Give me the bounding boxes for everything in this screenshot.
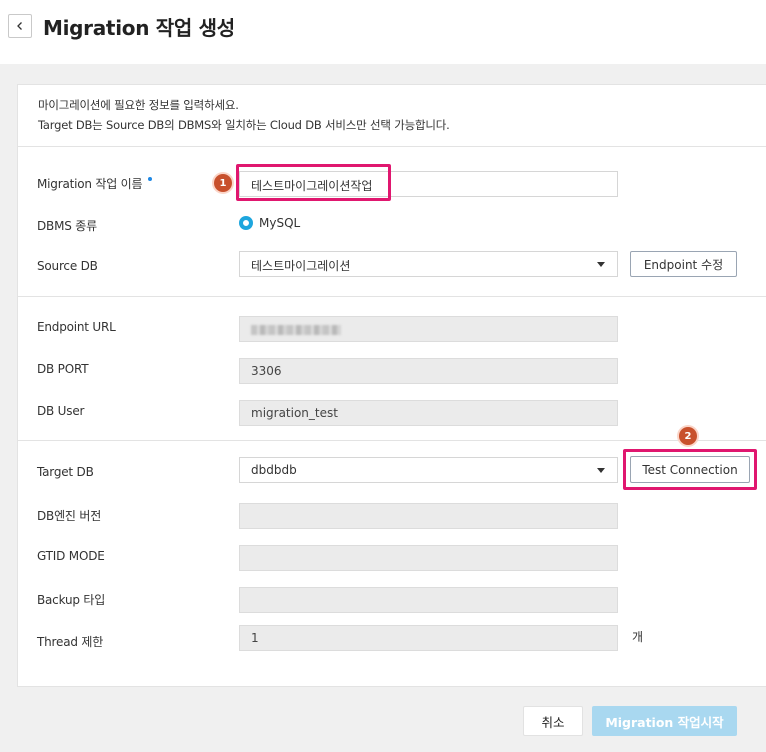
migration-name-label: Migration 작업 이름 [37,175,153,192]
divider [18,146,766,147]
db-user-field: migration_test [239,400,618,426]
endpoint-edit-button[interactable]: Endpoint 수정 [630,251,737,277]
thread-limit-unit: 개 [632,630,644,644]
dropdown-caret-icon [597,468,605,473]
target-db-select[interactable]: dbdbdb [239,457,618,483]
info-line-1: 마이그레이션에 필요한 정보를 입력하세요. [38,98,239,112]
endpoint-url-label: Endpoint URL [37,320,116,334]
gtid-mode-label: GTID MODE [37,549,105,563]
step-badge-2: 2 [679,427,697,445]
mysql-radio[interactable] [239,216,253,230]
gtid-mode-field [239,545,618,571]
mysql-radio-label: MySQL [259,216,301,230]
db-port-field: 3306 [239,358,618,384]
divider [18,296,766,297]
step-badge-1: 1 [214,174,232,192]
target-db-value: dbdbdb [251,463,297,477]
dropdown-caret-icon [597,262,605,267]
source-db-label: Source DB [37,259,98,273]
db-engine-version-field [239,503,618,529]
dbms-type-label: DBMS 종류 [37,219,97,233]
required-indicator-icon [148,177,153,181]
backup-type-field [239,587,618,613]
db-port-label: DB PORT [37,362,89,376]
endpoint-url-field [239,316,618,342]
source-db-select[interactable]: 테스트마이그레이션 [239,251,618,277]
page-title: Migration 작업 생성 [43,16,235,40]
source-db-value: 테스트마이그레이션 [251,259,351,273]
db-engine-version-label: DB엔진 버전 [37,509,102,523]
chevron-left-icon [17,22,22,30]
test-connection-button[interactable]: Test Connection [630,456,750,483]
divider [18,440,766,441]
back-button[interactable] [8,14,32,38]
target-db-label: Target DB [37,465,94,479]
cancel-button[interactable]: 취소 [523,706,583,736]
db-user-label: DB User [37,404,85,418]
backup-type-label: Backup 타입 [37,593,106,607]
thread-limit-field: 1 [239,625,618,651]
page-header: Migration 작업 생성 [0,0,766,64]
thread-limit-label: Thread 제한 [37,635,104,649]
redacted-value [251,325,341,335]
migration-name-input[interactable]: 테스트마이그레이션작업 [239,171,618,197]
start-migration-button[interactable]: Migration 작업시작 [592,706,737,736]
info-line-2: Target DB는 Source DB의 DBMS와 일치하는 Cloud D… [38,118,450,132]
